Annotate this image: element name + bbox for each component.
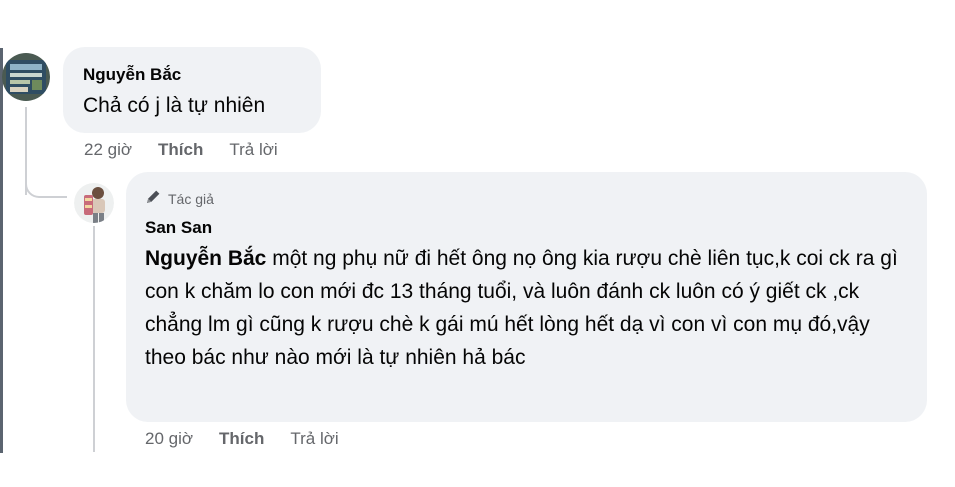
avatar-replier[interactable] — [74, 181, 114, 225]
author-badge: Tác giả — [144, 188, 214, 209]
thread-line-curve — [25, 180, 67, 198]
comment-like-button[interactable]: Thích — [158, 140, 203, 160]
reply-reply-button[interactable]: Trả lời — [290, 429, 338, 449]
reply-mention[interactable]: Nguyễn Bắc — [145, 247, 266, 270]
comment-actions: 22 giờ Thích Trả lời — [84, 140, 278, 160]
author-badge-label: Tác giả — [168, 190, 214, 207]
reply-time[interactable]: 20 giờ — [145, 429, 193, 449]
comment-text: Chả có j là tự nhiên — [83, 94, 266, 117]
reply-actions: 20 giờ Thích Trả lời — [145, 429, 339, 449]
avatar-replier-image — [74, 183, 114, 223]
reply-text: Nguyễn Bắc một ng phụ nữ đi hết ông nọ ô… — [145, 242, 913, 374]
reply-like-button[interactable]: Thích — [219, 429, 264, 449]
comment-bubble: Nguyễn Bắc Chả có j là tự nhiên — [63, 47, 321, 133]
avatar-commenter[interactable] — [2, 50, 50, 104]
comment-author[interactable]: Nguyễn Bắc — [83, 65, 181, 85]
reply-bubble: Tác giả San San Nguyễn Bắc một ng phụ nữ… — [126, 172, 927, 422]
comment-time[interactable]: 22 giờ — [84, 140, 132, 160]
left-edge-divider — [0, 48, 3, 453]
avatar-commenter-image — [2, 53, 50, 101]
reply-author[interactable]: San San — [145, 218, 212, 238]
pencil-icon — [144, 188, 162, 209]
comment-reply-button[interactable]: Trả lời — [229, 140, 277, 160]
thread-line-reply — [93, 226, 95, 452]
